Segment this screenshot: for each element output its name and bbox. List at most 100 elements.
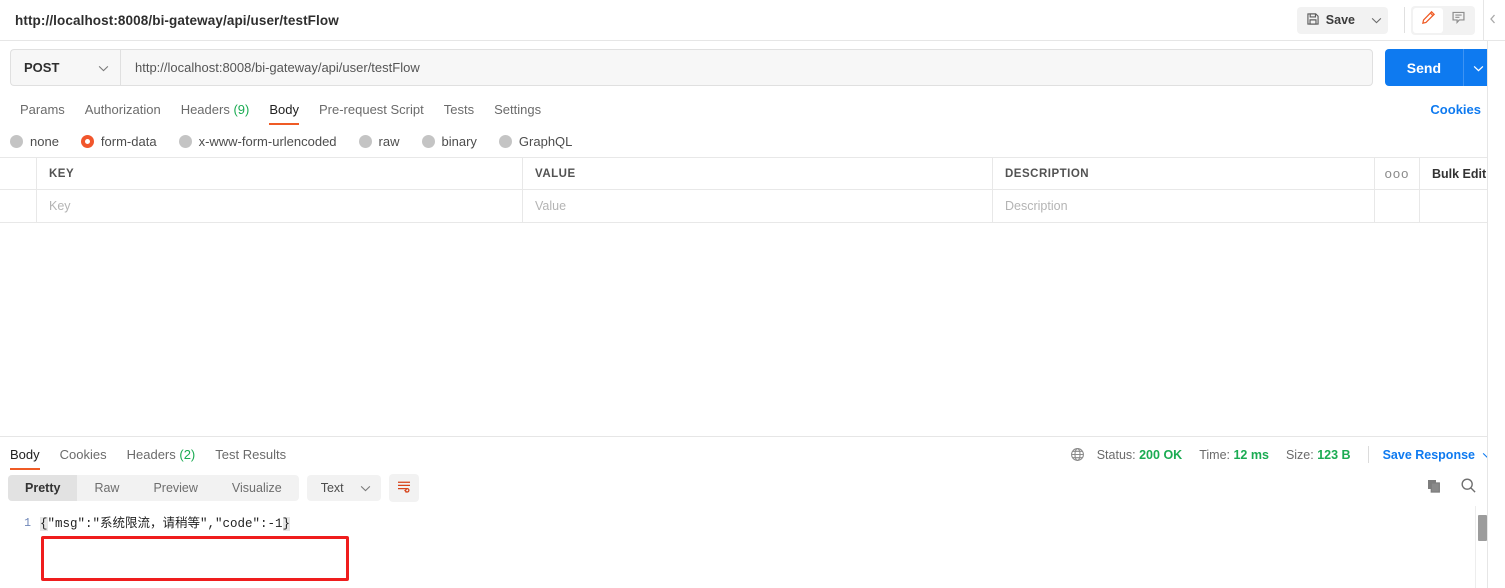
view-mode-segmented-control: Pretty Raw Preview Visualize bbox=[8, 475, 299, 501]
edit-mode-button[interactable] bbox=[1413, 7, 1443, 33]
body-type-label: none bbox=[30, 133, 59, 149]
time-value: 12 ms bbox=[1233, 447, 1269, 462]
row-description-input[interactable]: Description bbox=[993, 190, 1375, 222]
response-body-viewer: 1 {"msg":"系统限流，请稍等","code":-1} bbox=[0, 506, 1505, 588]
status-value: 200 OK bbox=[1139, 447, 1183, 462]
tab-label: Headers bbox=[180, 102, 230, 117]
column-header-value: VALUE bbox=[535, 167, 576, 180]
line-number-gutter: 1 bbox=[0, 506, 40, 588]
tab-settings[interactable]: Settings bbox=[484, 102, 551, 125]
tab-body[interactable]: Body bbox=[259, 102, 309, 125]
send-button[interactable]: Send bbox=[1384, 49, 1463, 86]
view-mode-preview[interactable]: Preview bbox=[136, 475, 214, 501]
view-mode-visualize[interactable]: Visualize bbox=[215, 475, 299, 501]
value-placeholder: Value bbox=[535, 199, 567, 213]
request-title: http://localhost:8008/bi-gateway/api/use… bbox=[15, 12, 339, 28]
http-method-value: POST bbox=[24, 60, 60, 75]
word-wrap-button[interactable] bbox=[388, 474, 419, 502]
size-text: Size: bbox=[1285, 447, 1314, 462]
tab-tests[interactable]: Tests bbox=[434, 102, 484, 125]
tab-params[interactable]: Params bbox=[10, 102, 75, 125]
save-button-group: Save bbox=[1296, 6, 1388, 34]
pencil-icon bbox=[1421, 10, 1436, 30]
save-button[interactable]: Save bbox=[1297, 7, 1364, 34]
response-status-bar: Status: 200 OK Time: 12 ms Size: 123 B S… bbox=[1070, 446, 1505, 470]
body-type-label: x-www-form-urlencoded bbox=[198, 133, 337, 149]
search-icon[interactable] bbox=[1460, 477, 1477, 499]
view-mode-raw[interactable]: Raw bbox=[77, 475, 136, 501]
table-options-icon[interactable]: ooo bbox=[1385, 166, 1410, 181]
body-type-form-data[interactable]: form-data bbox=[80, 133, 157, 149]
view-mode-pretty[interactable]: Pretty bbox=[8, 475, 78, 501]
headers-count: (9) bbox=[233, 102, 250, 117]
send-button-group: Send bbox=[1384, 49, 1493, 86]
radio-icon-selected bbox=[80, 134, 94, 148]
body-type-binary[interactable]: binary bbox=[421, 133, 477, 149]
radio-icon bbox=[421, 134, 435, 148]
bulk-edit-button[interactable]: Bulk Edit bbox=[1432, 167, 1486, 181]
copy-icon[interactable] bbox=[1426, 478, 1442, 499]
response-code-area[interactable]: {"msg":"系统限流，请稍等","code":-1} bbox=[40, 506, 1505, 588]
chevron-down-icon bbox=[1473, 59, 1484, 77]
select-all-cell bbox=[0, 158, 37, 189]
body-type-radio-group: none form-data x-www-form-urlencoded raw… bbox=[0, 125, 1505, 157]
json-open-brace: { bbox=[40, 517, 48, 531]
postman-window: http://localhost:8008/bi-gateway/api/use… bbox=[0, 0, 1505, 588]
row-value-input[interactable]: Value bbox=[523, 190, 993, 222]
save-response-button[interactable]: Save Response bbox=[1383, 448, 1493, 462]
tab-authorization[interactable]: Authorization bbox=[75, 102, 171, 125]
response-scrollbar[interactable] bbox=[1475, 506, 1487, 588]
cookies-link[interactable]: Cookies bbox=[1430, 102, 1493, 125]
chevron-down-icon bbox=[1371, 11, 1382, 29]
radio-icon bbox=[178, 134, 192, 148]
body-type-label: binary bbox=[441, 133, 477, 149]
body-type-label: form-data bbox=[100, 133, 157, 149]
tab-pre-request-script[interactable]: Pre-request Script bbox=[309, 102, 434, 125]
body-type-graphql[interactable]: GraphQL bbox=[498, 133, 573, 149]
row-options-cell bbox=[1375, 190, 1420, 222]
format-type-select[interactable]: Text bbox=[306, 475, 381, 501]
http-method-select[interactable]: POST bbox=[10, 49, 120, 86]
size-value: 123 B bbox=[1317, 447, 1351, 462]
tab-label: Tests bbox=[443, 102, 475, 117]
response-tab-test-results[interactable]: Test Results bbox=[205, 447, 296, 470]
tab-label: Pre-request Script bbox=[318, 102, 424, 117]
tab-label: Authorization bbox=[84, 102, 161, 117]
row-checkbox-cell[interactable] bbox=[0, 190, 37, 222]
chevron-down-icon bbox=[360, 481, 371, 495]
json-close-brace: } bbox=[282, 517, 291, 531]
radio-icon bbox=[10, 134, 23, 148]
tab-label: Settings bbox=[494, 102, 542, 117]
response-tab-cookies[interactable]: Cookies bbox=[50, 447, 117, 470]
scrollbar-thumb[interactable] bbox=[1478, 515, 1487, 541]
toolbar-divider bbox=[1404, 7, 1405, 33]
format-type-value: Text bbox=[320, 481, 344, 495]
response-tabs: Body Cookies Headers (2) Test Results St… bbox=[0, 437, 1505, 470]
request-body-empty-area bbox=[0, 223, 1505, 436]
save-response-label: Save Response bbox=[1382, 447, 1475, 462]
body-type-label: GraphQL bbox=[518, 133, 573, 149]
body-type-x-www-form-urlencoded[interactable]: x-www-form-urlencoded bbox=[178, 133, 337, 149]
response-body-line: {"msg":"系统限流，请稍等","code":-1} bbox=[40, 516, 1505, 533]
body-type-none[interactable]: none bbox=[10, 134, 59, 149]
status-label: Status: 200 OK bbox=[1097, 448, 1183, 462]
url-input[interactable]: http://localhost:8008/bi-gateway/api/use… bbox=[120, 49, 1373, 86]
chevron-left-icon[interactable] bbox=[1489, 11, 1497, 29]
right-rail bbox=[1487, 41, 1505, 588]
form-data-table: KEY VALUE DESCRIPTION ooo Bulk Edit Key … bbox=[0, 157, 1505, 223]
row-key-input[interactable]: Key bbox=[37, 190, 523, 222]
save-dropdown-button[interactable] bbox=[1364, 7, 1388, 34]
response-tab-body[interactable]: Body bbox=[0, 447, 50, 470]
tab-headers[interactable]: Headers (9) bbox=[171, 102, 260, 125]
body-type-raw[interactable]: raw bbox=[358, 134, 400, 149]
view-mode-icon-group bbox=[1411, 5, 1475, 35]
globe-icon bbox=[1070, 447, 1085, 462]
comment-button[interactable] bbox=[1443, 8, 1473, 33]
floppy-disk-icon bbox=[1306, 12, 1320, 29]
request-tabs: Params Authorization Headers (9) Body Pr… bbox=[0, 94, 1505, 125]
response-tab-headers[interactable]: Headers (2) bbox=[117, 447, 206, 470]
line-number: 1 bbox=[24, 517, 31, 530]
right-rail-top bbox=[1483, 0, 1501, 40]
tab-label: Cookies bbox=[59, 447, 107, 462]
time-text: Time: bbox=[1199, 447, 1230, 462]
